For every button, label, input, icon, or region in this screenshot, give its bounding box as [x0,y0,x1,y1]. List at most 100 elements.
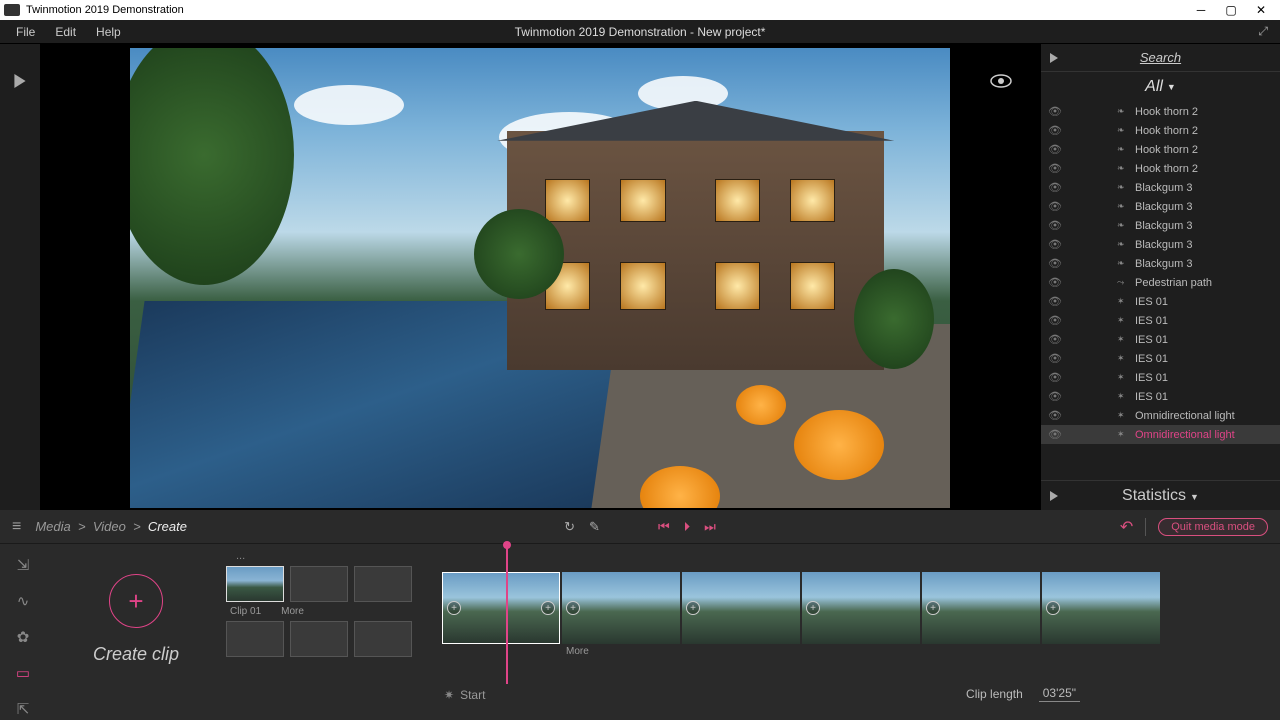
frame-more[interactable]: More [566,646,1280,657]
keyframe[interactable]: ++ [442,572,560,644]
clip-length-label: Clip length [966,687,1023,701]
scene-item-list[interactable]: 👁❧Hook thorn 2👁❧Hook thorn 2👁❧Hook thorn… [1041,102,1280,480]
export-icon[interactable]: ⇱ [17,700,30,718]
scene-item-label: Hook thorn 2 [1135,144,1198,156]
visibility-toggle-icon[interactable]: 👁 [1041,105,1069,118]
create-clip-button[interactable]: + [109,574,163,628]
close-button[interactable]: ✕ [1246,3,1276,17]
breadcrumb-media[interactable]: Media [35,519,70,534]
scene-item[interactable]: 👁❧Blackgum 3 [1041,216,1280,235]
add-keyframe-icon[interactable]: + [447,601,461,615]
video-icon[interactable]: ▭ [16,664,30,682]
visibility-toggle-icon[interactable]: 👁 [1041,314,1069,327]
undo-icon[interactable]: ↶ [1120,517,1133,537]
visibility-toggle-icon[interactable]: 👁 [1041,124,1069,137]
expand-icon[interactable]: ⤢ [1252,24,1274,39]
clip-thumb-empty[interactable] [354,621,412,657]
quit-media-button[interactable]: Quit media mode [1158,518,1268,536]
breadcrumb-video[interactable]: Video [93,519,126,534]
keyframe[interactable]: + [922,572,1040,644]
add-keyframe-icon[interactable]: + [1046,601,1060,615]
scene-item[interactable]: 👁✶Omnidirectional light [1041,406,1280,425]
scene-item[interactable]: 👁✶Omnidirectional light [1041,425,1280,444]
visibility-toggle-icon[interactable]: 👁 [1041,200,1069,213]
skip-forward-icon[interactable]: ⏭ [704,519,716,535]
scene-item[interactable]: 👁⤳Pedestrian path [1041,273,1280,292]
add-keyframe-icon[interactable]: + [566,601,580,615]
play-icon[interactable] [13,74,27,88]
playhead[interactable] [506,544,508,684]
wave-icon[interactable]: ∿ [17,592,30,610]
scene-item[interactable]: 👁✶IES 01 [1041,349,1280,368]
scene-item[interactable]: 👁❧Blackgum 3 [1041,254,1280,273]
scene-item[interactable]: 👁✶IES 01 [1041,330,1280,349]
item-type-icon: ✶ [1117,334,1131,345]
leaf-icon[interactable]: ✿ [17,628,30,646]
viewport-3d[interactable] [130,48,950,508]
visibility-toggle-icon[interactable]: 👁 [1041,371,1069,384]
menu-edit[interactable]: Edit [45,22,86,42]
scene-item[interactable]: 👁❧Hook thorn 2 [1041,102,1280,121]
scene-item[interactable]: 👁❧Blackgum 3 [1041,197,1280,216]
skip-back-icon[interactable]: ⏮ [658,519,670,535]
menu-help[interactable]: Help [86,22,131,42]
visibility-toggle-icon[interactable]: 👁 [1041,257,1069,270]
visibility-toggle-icon[interactable]: 👁 [1041,238,1069,251]
search-field[interactable]: Search [1140,50,1181,65]
scene-item[interactable]: 👁❧Blackgum 3 [1041,235,1280,254]
maximize-button[interactable]: ▢ [1216,3,1246,17]
breadcrumb-create[interactable]: Create [148,519,187,534]
timeline[interactable]: ++ + + + + + More ✷Start Clip length 03'… [436,544,1280,720]
refresh-icon[interactable]: ↻ [564,519,575,535]
visibility-icon[interactable] [990,74,1012,88]
scene-item[interactable]: 👁❧Blackgum 3 [1041,178,1280,197]
scene-item[interactable]: 👁✶IES 01 [1041,292,1280,311]
visibility-toggle-icon[interactable]: 👁 [1041,143,1069,156]
clip-more[interactable]: More [281,606,304,617]
visibility-toggle-icon[interactable]: 👁 [1041,352,1069,365]
clips-more-dots[interactable]: ... [226,550,436,562]
import-icon[interactable]: ⇲ [17,556,30,574]
clip-thumb-empty[interactable] [290,566,348,602]
visibility-toggle-icon[interactable]: 👁 [1041,428,1069,441]
eyedropper-icon[interactable]: ✎ [589,519,600,535]
visibility-toggle-icon[interactable]: 👁 [1041,333,1069,346]
scene-item[interactable]: 👁✶IES 01 [1041,368,1280,387]
keyframe[interactable]: + [802,572,920,644]
media-panel: ≡ Media > Video > Create ↻ ✎ ⏮ ⏵ ⏭ ↶ Qui… [0,510,1280,720]
scene-item[interactable]: 👁✶IES 01 [1041,311,1280,330]
clip-length-value[interactable]: 03'25" [1039,686,1080,702]
minimize-button[interactable]: ─ [1186,3,1216,17]
keyframe[interactable]: + [562,572,680,644]
visibility-toggle-icon[interactable]: 👁 [1041,162,1069,175]
statistics-dropdown[interactable]: Statistics▼ [1122,487,1199,505]
visibility-toggle-icon[interactable]: 👁 [1041,295,1069,308]
stats-play-icon[interactable] [1049,491,1059,501]
visibility-toggle-icon[interactable]: 👁 [1041,181,1069,194]
scene-play-icon[interactable] [1049,53,1059,63]
visibility-toggle-icon[interactable]: 👁 [1041,409,1069,422]
clip-thumb-empty[interactable] [290,621,348,657]
visibility-toggle-icon[interactable]: 👁 [1041,276,1069,289]
clip-thumb-empty[interactable] [354,566,412,602]
hamburger-icon[interactable]: ≡ [12,518,21,536]
scene-item[interactable]: 👁✶IES 01 [1041,387,1280,406]
clip-thumb-01[interactable] [226,566,284,602]
visibility-toggle-icon[interactable]: 👁 [1041,219,1069,232]
play-pause-icon[interactable]: ⏵ [684,519,691,535]
scene-item[interactable]: 👁❧Hook thorn 2 [1041,140,1280,159]
scene-item[interactable]: 👁❧Hook thorn 2 [1041,121,1280,140]
add-keyframe-icon[interactable]: + [541,601,555,615]
left-toolbar [0,44,40,510]
add-keyframe-icon[interactable]: + [806,601,820,615]
scene-item[interactable]: 👁❧Hook thorn 2 [1041,159,1280,178]
keyframe[interactable]: + [1042,572,1160,644]
add-keyframe-icon[interactable]: + [926,601,940,615]
visibility-toggle-icon[interactable]: 👁 [1041,390,1069,403]
clip-thumb-empty[interactable] [226,621,284,657]
menu-file[interactable]: File [6,22,45,42]
add-keyframe-icon[interactable]: + [686,601,700,615]
filter-dropdown[interactable]: All▼ [1041,72,1280,102]
keyframe[interactable]: + [682,572,800,644]
clip-length-field[interactable]: Clip length 03'25" [966,686,1080,702]
